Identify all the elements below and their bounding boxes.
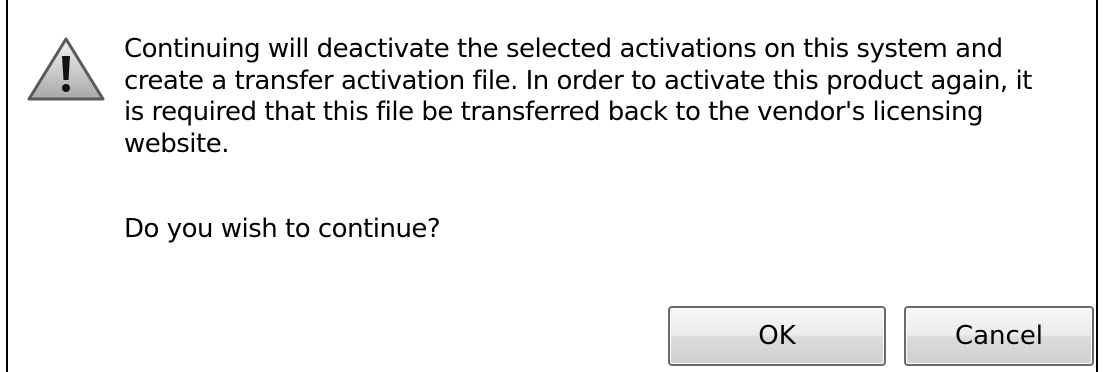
dialog-message: Continuing will deactivate the selected …	[124, 34, 1032, 159]
confirmation-dialog: Continuing will deactivate the selected …	[0, 0, 1104, 372]
cancel-button[interactable]: Cancel	[904, 306, 1094, 366]
ok-button[interactable]: OK	[668, 306, 886, 366]
dialog-question: Do you wish to continue?	[124, 214, 441, 244]
dialog-border-right	[1096, 0, 1098, 372]
warning-icon	[27, 37, 105, 101]
dialog-border-left	[6, 0, 8, 372]
